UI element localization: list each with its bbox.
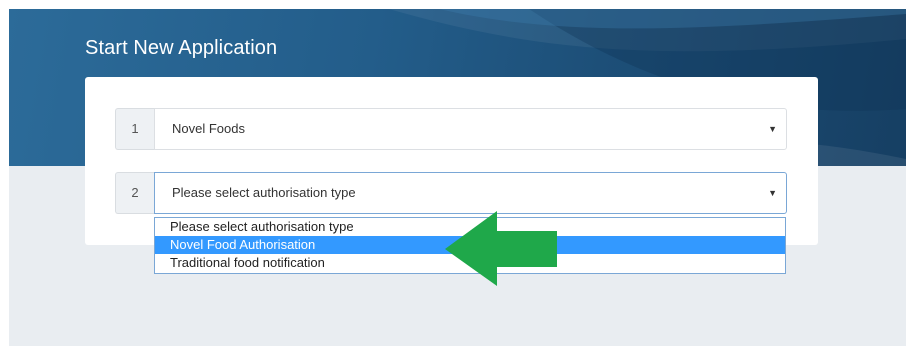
step-row-2: 2 Please select authorisation type ▼ — [115, 172, 787, 214]
caret-down-icon: ▼ — [768, 124, 777, 134]
authorisation-type-select[interactable]: Please select authorisation type ▼ — [154, 172, 787, 214]
app-window: Start New Application 1 Novel Foods ▼ 2 … — [9, 9, 906, 346]
food-category-select[interactable]: Novel Foods ▼ — [154, 108, 787, 150]
page-title: Start New Application — [85, 37, 278, 59]
select-value: Novel Foods — [172, 121, 245, 136]
step-row-1: 1 Novel Foods ▼ — [115, 108, 787, 150]
step-number: 1 — [115, 108, 154, 150]
caret-down-icon: ▼ — [768, 188, 777, 198]
step-number: 2 — [115, 172, 154, 214]
select-value: Please select authorisation type — [172, 185, 356, 200]
arrow-left-icon — [445, 211, 557, 286]
